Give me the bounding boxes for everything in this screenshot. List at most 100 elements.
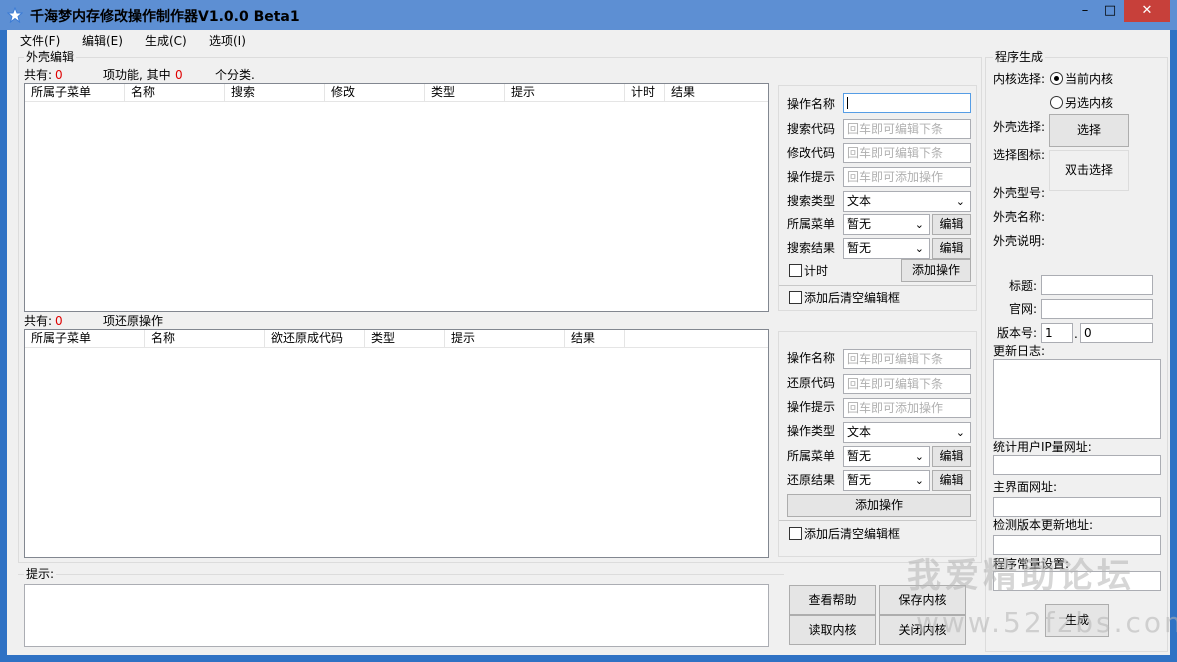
column-header-result[interactable]: 结果	[665, 84, 768, 101]
menu-edit[interactable]: 编辑(E)	[82, 33, 123, 49]
title-label: 标题:	[1009, 279, 1038, 293]
main-url-input[interactable]	[993, 497, 1161, 517]
watermark-url: www.52fzbs.com	[916, 606, 1177, 639]
shell-select-label: 外壳选择:	[993, 120, 1046, 134]
column-header-submenu[interactable]: 所属子菜单	[25, 84, 125, 101]
result-edit-button[interactable]: 编辑	[932, 238, 971, 259]
restore-menu-edit-button[interactable]: 编辑	[932, 446, 971, 467]
search-result-label: 搜索结果	[787, 241, 836, 255]
restore-result-select[interactable]: 暂无 ⌄	[843, 470, 930, 491]
chevron-down-icon: ⌄	[914, 218, 924, 231]
column-header-hint[interactable]: 提示	[445, 330, 565, 347]
op-hint-label: 操作提示	[787, 170, 836, 184]
icon-select-box[interactable]: 双击选择	[1049, 150, 1129, 191]
add-operation-button[interactable]: 添加操作	[901, 259, 971, 282]
version-minor-input[interactable]: 0	[1080, 323, 1153, 343]
clear-after-add-checkbox[interactable]	[789, 291, 802, 304]
chevron-down-icon: ⌄	[955, 426, 965, 439]
list-header-divider	[25, 101, 768, 102]
shell-edit-group-label: 外壳编辑	[24, 50, 77, 64]
stats-url-input[interactable]	[993, 455, 1161, 475]
restore-op-name-input[interactable]: 回车即可编辑下条	[843, 349, 971, 369]
search-result-select[interactable]: 暂无 ⌄	[843, 238, 930, 259]
restore-result-label: 还原结果	[787, 473, 836, 487]
core-select-label: 内核选择:	[993, 72, 1046, 86]
column-header-search[interactable]: 搜索	[225, 84, 325, 101]
program-generation-label: 程序生成	[993, 50, 1046, 64]
restore-result-edit-button[interactable]: 编辑	[932, 470, 971, 491]
chevron-down-icon: ⌄	[914, 474, 924, 487]
hint-textbox[interactable]	[24, 584, 769, 647]
menu-options[interactable]: 选项(I)	[209, 33, 246, 49]
column-header-name[interactable]: 名称	[125, 84, 225, 101]
column-header-timer[interactable]: 计时	[625, 84, 665, 101]
current-core-label: 当前内核	[1065, 72, 1114, 86]
column-header-name[interactable]: 名称	[145, 330, 265, 347]
search-type-label: 搜索类型	[787, 194, 836, 208]
search-type-select[interactable]: 文本 ⌄	[843, 191, 971, 212]
restore-code-input[interactable]: 回车即可编辑下条	[843, 374, 971, 394]
function-count-prefix: 共有:	[24, 68, 53, 82]
menu-edit-button[interactable]: 编辑	[932, 214, 971, 235]
restore-menu-select[interactable]: 暂无 ⌄	[843, 446, 930, 467]
column-header-hint[interactable]: 提示	[505, 84, 625, 101]
icon-select-label: 选择图标:	[993, 148, 1046, 162]
changelog-textarea[interactable]	[993, 359, 1161, 439]
menu-select[interactable]: 暂无 ⌄	[843, 214, 930, 235]
restore-op-type-label: 操作类型	[787, 424, 836, 438]
text-caret	[847, 97, 848, 109]
column-header-modify[interactable]: 修改	[325, 84, 425, 101]
shell-name-label: 外壳名称:	[993, 210, 1046, 224]
menu-value: 暂无	[847, 217, 872, 231]
current-core-radio[interactable]	[1050, 72, 1063, 85]
site-input[interactable]	[1041, 299, 1153, 319]
column-header-result[interactable]: 结果	[565, 330, 625, 347]
version-major-input[interactable]: 1	[1041, 323, 1073, 343]
restore-count: 0	[55, 314, 63, 328]
chevron-down-icon: ⌄	[955, 195, 965, 208]
help-button[interactable]: 查看帮助	[789, 585, 876, 615]
search-code-input[interactable]: 回车即可编辑下条	[843, 119, 971, 139]
restore-op-hint-input[interactable]: 回车即可添加操作	[843, 398, 971, 418]
shell-desc-label: 外壳说明:	[993, 234, 1046, 248]
panel-divider	[779, 520, 976, 521]
modify-code-input[interactable]: 回车即可编辑下条	[843, 143, 971, 163]
menu-file[interactable]: 文件(F)	[20, 33, 60, 49]
other-core-radio[interactable]	[1050, 96, 1063, 109]
version-dot: .	[1074, 327, 1078, 341]
restore-result-value: 暂无	[847, 473, 872, 487]
op-name-label: 操作名称	[787, 97, 836, 111]
chevron-down-icon: ⌄	[914, 450, 924, 463]
op-hint-input[interactable]: 回车即可添加操作	[843, 167, 971, 187]
restore-op-type-select[interactable]: 文本 ⌄	[843, 422, 971, 443]
operations-list[interactable]: 所属子菜单 名称 搜索 修改 类型 提示 计时 结果	[24, 83, 769, 312]
column-header-restore-code[interactable]: 欲还原成代码	[265, 330, 365, 347]
restore-op-name-label: 操作名称	[787, 351, 836, 365]
menu-generate[interactable]: 生成(C)	[145, 33, 187, 49]
restore-add-operation-button[interactable]: 添加操作	[787, 494, 971, 517]
minimize-button[interactable]: –	[1072, 0, 1098, 22]
read-core-button[interactable]: 读取内核	[789, 615, 876, 645]
hint-label: 提示:	[24, 567, 57, 581]
stats-url-label: 统计用户IP量网址:	[993, 440, 1092, 454]
chevron-down-icon: ⌄	[914, 242, 924, 255]
column-header-submenu[interactable]: 所属子菜单	[25, 330, 145, 347]
category-count: 0	[175, 68, 183, 82]
shell-select-button[interactable]: 选择	[1049, 114, 1129, 147]
title-input[interactable]	[1041, 275, 1153, 295]
close-button[interactable]: ✕	[1124, 0, 1170, 22]
search-type-value: 文本	[847, 194, 872, 208]
function-count: 0	[55, 68, 63, 82]
maximize-button[interactable]: □	[1097, 0, 1123, 22]
restore-code-label: 还原代码	[787, 376, 836, 390]
op-name-input[interactable]	[843, 93, 971, 113]
update-url-label: 检测版本更新地址:	[993, 518, 1094, 532]
timer-checkbox[interactable]	[789, 264, 802, 277]
column-header-type[interactable]: 类型	[365, 330, 445, 347]
watermark: 我爱精助论坛	[907, 556, 1135, 596]
search-result-value: 暂无	[847, 241, 872, 255]
restore-menu-value: 暂无	[847, 449, 872, 463]
restore-clear-after-add-checkbox[interactable]	[789, 527, 802, 540]
restore-list[interactable]: 所属子菜单 名称 欲还原成代码 类型 提示 结果	[24, 329, 769, 558]
column-header-type[interactable]: 类型	[425, 84, 505, 101]
